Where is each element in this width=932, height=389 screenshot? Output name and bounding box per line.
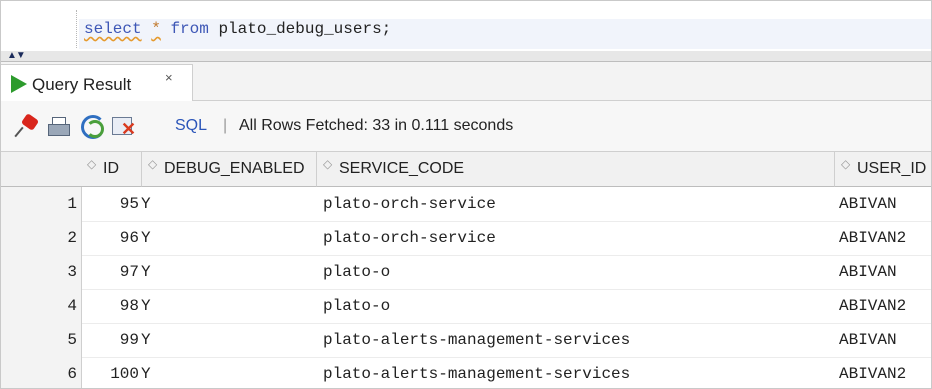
tab-query-result-label: Query Result [32,75,132,94]
cell-service-code[interactable]: plato-orch-service [323,195,496,213]
table-row[interactable]: 3 97 Yplato-o ABIVAN [1,255,931,290]
sql-star: * [151,20,161,38]
row-number[interactable]: 2 [1,221,82,255]
cell-debug-enabled[interactable]: Y [141,365,151,383]
cell-user-id[interactable]: ABIVAN [839,263,897,281]
pane-splitter[interactable]: ▲▼ [1,50,931,62]
editor-gutter-line [76,10,78,48]
cancel-query-icon[interactable]: ✕ [112,115,136,139]
column-header-debug-enabled[interactable]: ◇ DEBUG_ENABLED [142,152,317,187]
cell-service-code[interactable]: plato-o [323,297,390,315]
column-header-id[interactable]: ◇ ID [81,152,142,187]
row-number-header [1,152,82,187]
pin-icon[interactable] [14,113,40,138]
cell-id[interactable]: 100 [81,365,139,383]
table-row[interactable]: 5 99 Yplato-alerts-management-services ABIV… [1,323,931,358]
cell-debug-enabled[interactable]: Y [141,331,151,349]
cell-debug-enabled[interactable]: Y [141,263,151,281]
fetch-status: All Rows Fetched: 33 in 0.111 seconds [239,117,514,134]
table-row[interactable]: 1 95 Yplato-orch-service ABIVAN [1,187,931,222]
column-header-service-code[interactable]: ◇ SERVICE_CODE [317,152,835,187]
cell-debug-enabled[interactable]: Y [141,297,151,315]
column-header-user-id[interactable]: ◇ USER_ID [835,152,931,187]
row-number[interactable]: 4 [1,289,82,323]
print-icon[interactable] [46,115,70,137]
row-number[interactable]: 6 [1,357,82,388]
sort-icon[interactable]: ◇ [841,158,850,170]
table-row[interactable]: 6 100 Yplato-alerts-management-services ABI… [1,357,931,388]
sql-developer-window: select * from plato_debug_users; ▲▼ Quer… [0,0,932,389]
cell-service-code[interactable]: plato-orch-service [323,229,496,247]
sort-icon[interactable]: ◇ [323,158,332,170]
cell-id[interactable]: 96 [81,229,139,247]
cell-id[interactable]: 97 [81,263,139,281]
cell-id[interactable]: 95 [81,195,139,213]
toolbar-separator: | [223,117,228,134]
cell-service-code[interactable]: plato-alerts-management-services [323,365,630,383]
cell-user-id[interactable]: ABIVAN [839,331,897,349]
results-tab-bar: Query Result × [1,62,931,101]
cell-debug-enabled[interactable]: Y [141,229,151,247]
sql-table-name: plato_debug_users; [218,20,392,38]
row-number[interactable]: 5 [1,323,82,357]
sql-keyword-from: from [170,20,209,38]
sql-link[interactable]: SQL [175,117,207,135]
cell-user-id[interactable]: ABIVAN2 [839,297,906,315]
sort-icon[interactable]: ◇ [148,158,157,170]
cell-service-code[interactable]: plato-o [323,263,390,281]
results-toolbar: ✕ SQL | All Rows Fetched: 33 in 0.111 se… [1,101,931,152]
cell-service-code[interactable]: plato-alerts-management-services [323,331,630,349]
cell-user-id[interactable]: ABIVAN [839,195,897,213]
cell-id[interactable]: 98 [81,297,139,315]
table-row[interactable]: 4 98 Yplato-o ABIVAN2 [1,289,931,324]
sort-icon[interactable]: ◇ [87,158,96,170]
sql-editor[interactable]: select * from plato_debug_users; [1,1,931,51]
table-row[interactable]: 2 96 Yplato-orch-service ABIVAN2 [1,221,931,256]
cell-debug-enabled[interactable]: Y [141,195,151,213]
cell-id[interactable]: 99 [81,331,139,349]
tab-close-icon[interactable]: × [165,70,173,85]
row-number[interactable]: 3 [1,255,82,289]
refresh-icon[interactable] [81,115,105,139]
row-number[interactable]: 1 [1,187,82,221]
sql-keyword-select: select [84,20,142,38]
run-arrow-icon [11,75,27,93]
sql-statement[interactable]: select * from plato_debug_users; [84,20,391,38]
splitter-arrows-icon[interactable]: ▲▼ [7,50,26,61]
tab-query-result[interactable]: Query Result × [1,64,193,101]
editor-gutter [1,1,73,51]
cell-user-id[interactable]: ABIVAN2 [839,229,906,247]
cell-user-id[interactable]: ABIVAN2 [839,365,906,383]
